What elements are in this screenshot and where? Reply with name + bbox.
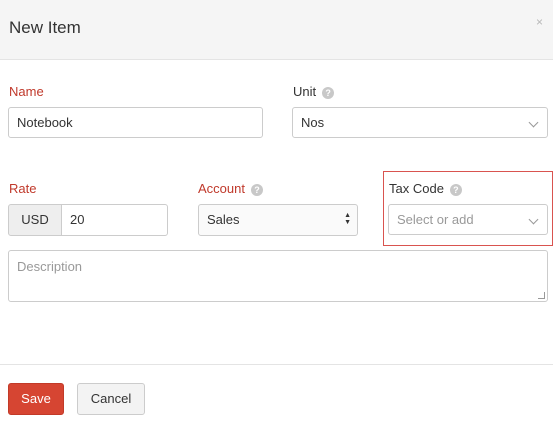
currency-prefix: USD [8,204,62,236]
tax-code-label-text: Tax Code [389,181,444,196]
dialog-title: New Item [9,18,81,37]
description-textarea[interactable]: Description [8,250,548,302]
name-input[interactable]: Notebook [8,107,263,138]
save-button[interactable]: Save [8,383,64,415]
name-label: Name [9,84,44,99]
account-label: Account? [198,181,263,196]
resize-grip-icon[interactable] [538,292,545,299]
chevron-down-icon [528,214,539,225]
unit-select[interactable]: Nos [292,107,548,138]
tax-code-select[interactable]: Select or add [388,204,548,235]
rate-label: Rate [9,181,37,196]
updown-arrows-icon: ▲ ▼ [344,212,351,226]
help-icon[interactable]: ? [250,184,263,196]
cancel-button[interactable]: Cancel [77,383,145,415]
unit-value: Nos [301,115,325,130]
account-value: Sales [207,212,240,227]
close-icon[interactable]: × [536,15,543,29]
tax-code-placeholder: Select or add [397,212,474,227]
help-icon[interactable]: ? [322,87,335,99]
rate-input[interactable]: 20 [61,204,168,236]
tax-code-label: Tax Code? [389,181,462,196]
dialog-header: New Item × [0,0,553,60]
description-placeholder: Description [17,259,83,274]
footer-divider [0,364,553,365]
chevron-down-icon [528,117,539,128]
unit-label-text: Unit [293,84,317,99]
help-icon[interactable]: ? [449,184,462,196]
account-select[interactable]: Sales ▲ ▼ [198,204,358,236]
unit-label: Unit? [293,84,335,99]
account-label-text: Account [198,181,245,196]
